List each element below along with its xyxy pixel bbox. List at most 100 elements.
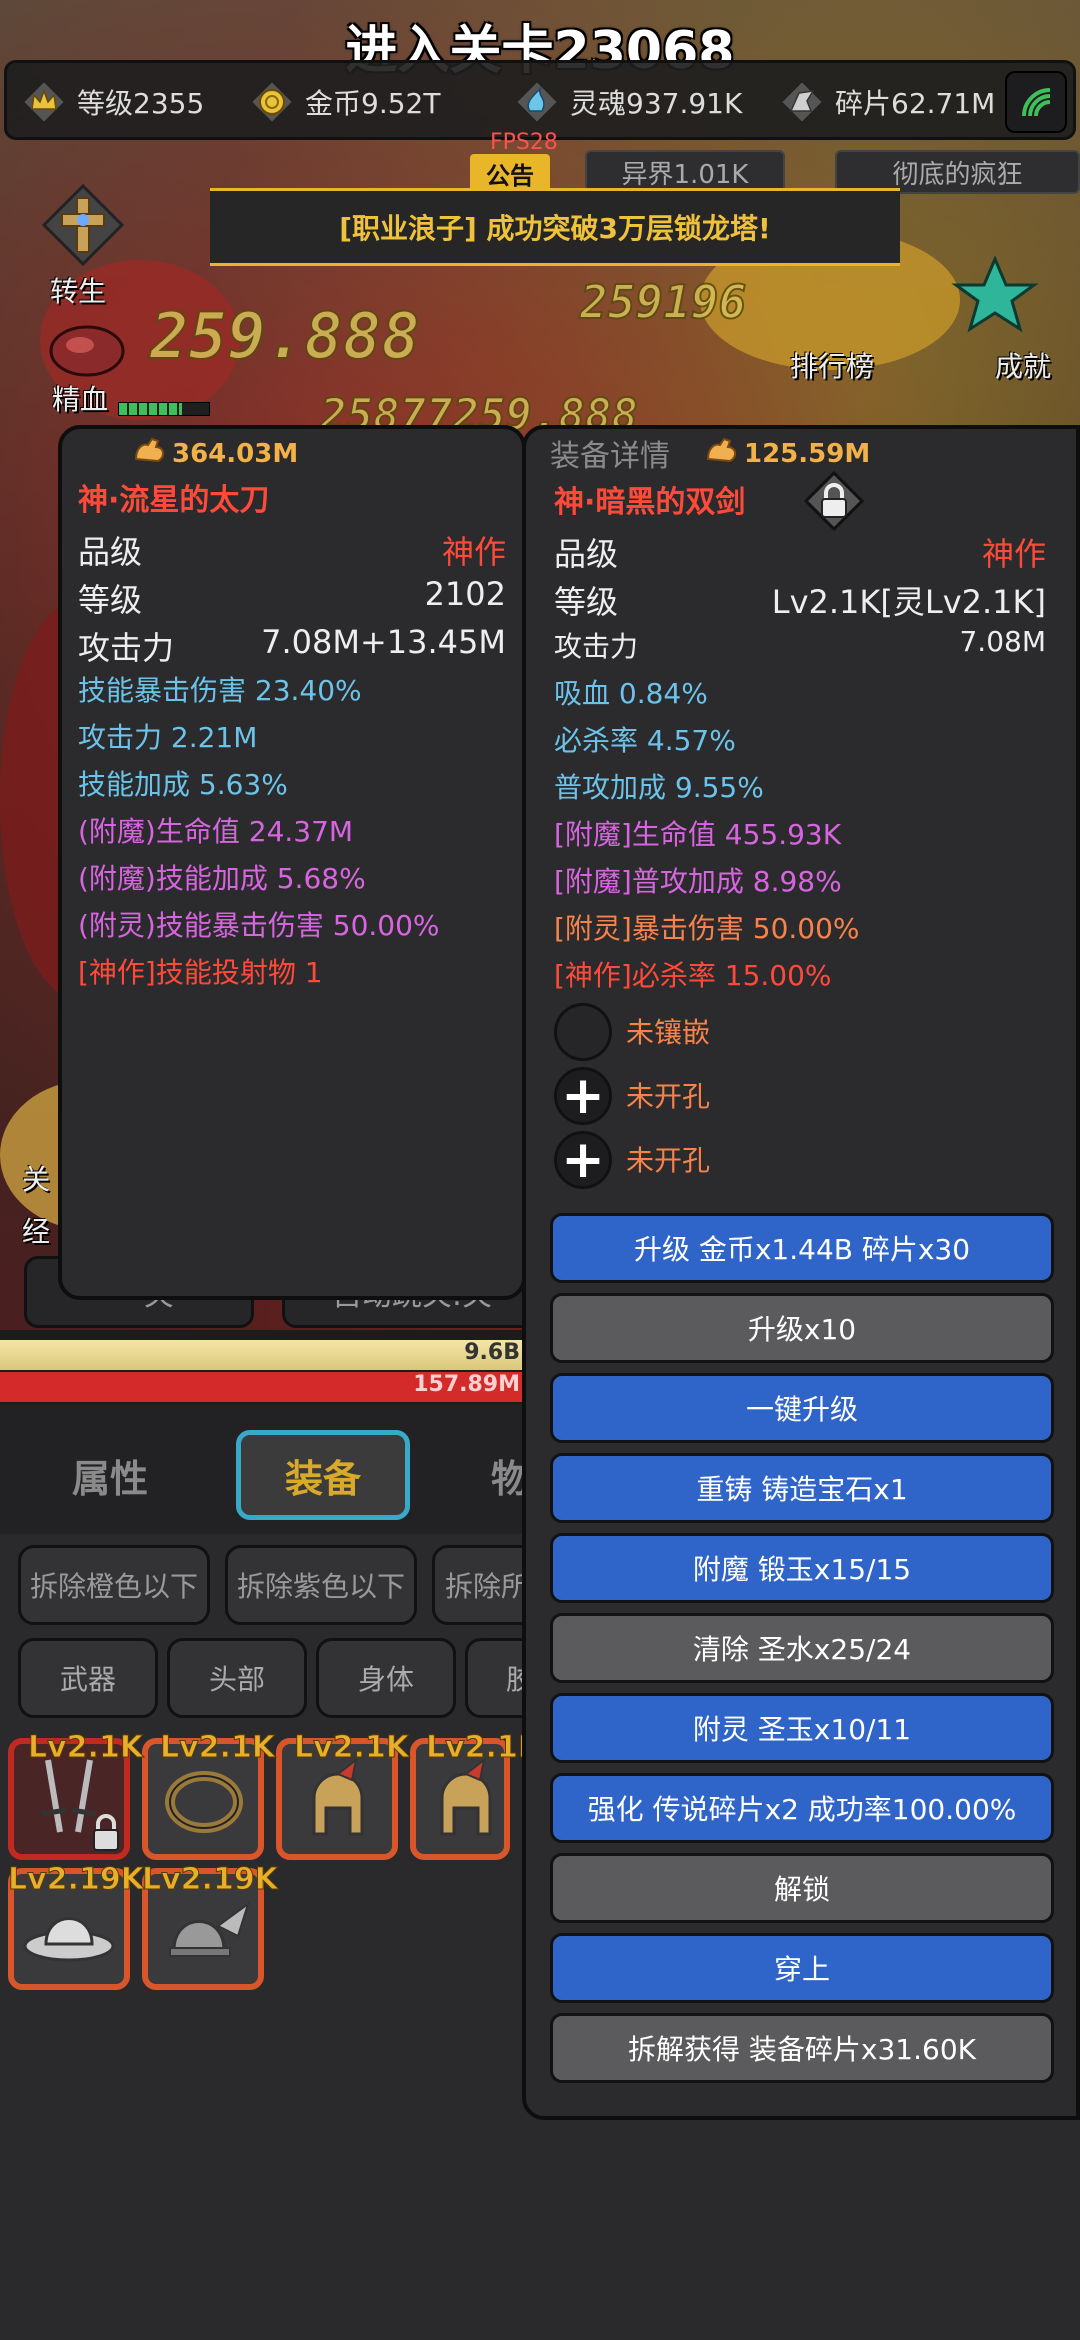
blood-button[interactable] xyxy=(42,315,132,385)
signal-icon xyxy=(1022,88,1051,117)
dismantle-purple-button[interactable]: 拆除紫色以下 xyxy=(225,1545,417,1625)
damage-number: 259196 xyxy=(579,274,747,330)
gold-text: 金币9.52T xyxy=(305,87,441,120)
item-level: Lv2.19K xyxy=(142,1862,279,1898)
signal-button[interactable] xyxy=(1005,71,1067,133)
socket-label: 未开孔 xyxy=(626,1144,711,1177)
level-value: 2102 xyxy=(424,575,506,613)
open-socket-button[interactable]: + xyxy=(554,1067,612,1125)
dismantle-orange-button[interactable]: 拆除橙色以下 xyxy=(18,1545,210,1625)
ranking-label[interactable]: 排行榜 xyxy=(790,345,874,385)
level-value: Lv2.1K[灵Lv2.1K] xyxy=(771,583,1046,621)
achievement-label[interactable]: 成就 xyxy=(995,345,1051,385)
item-extra-stats: 吸血 0.84% 必杀率 4.57% 普攻加成 9.55% [附魔]生命值 45… xyxy=(554,672,1046,1012)
winged-helmet-icon xyxy=(169,1901,250,1957)
achievement-button[interactable] xyxy=(950,255,1040,335)
upgrade-button[interactable]: 升级 金币x1.44B 碎片x30 xyxy=(550,1213,1054,1283)
hp-bar-value: 157.89M xyxy=(413,1372,520,1397)
blood-progress-fill xyxy=(119,403,182,415)
attack-label: 攻击力 xyxy=(554,630,639,663)
resource-shard: 碎片62.71M xyxy=(777,77,995,127)
rebirth-button[interactable] xyxy=(38,180,128,270)
slot-head-button[interactable]: 头部 xyxy=(167,1638,307,1718)
announcement-text: [职业浪子] 成功突破3万层锁龙塔! xyxy=(339,212,771,245)
equipped-item-name: 神·流星的太刀 xyxy=(78,483,270,518)
stat-line: [神作]技能投射物 1 xyxy=(78,956,323,989)
grade-value: 神作 xyxy=(441,533,506,571)
flex-arm-icon xyxy=(704,435,740,472)
exp-label: 经 xyxy=(22,1215,51,1248)
slot-weapon-button[interactable]: 武器 xyxy=(18,1638,158,1718)
soul-icon xyxy=(512,77,562,127)
lock-icon xyxy=(93,1814,119,1851)
star-icon xyxy=(951,255,1039,333)
grade-label: 品级 xyxy=(78,533,143,571)
item-level: Lv2.19K xyxy=(8,1862,145,1898)
level-label: 等级 xyxy=(78,581,143,619)
item-level: Lv2.1K xyxy=(293,1730,410,1766)
resource-gold: 金币9.52T xyxy=(247,77,440,127)
level-row: 等级 2102 xyxy=(78,575,506,619)
stat-line: 必杀率 4.57% xyxy=(554,724,736,757)
cross-emblem-icon xyxy=(41,183,125,267)
attack-value: 7.08M xyxy=(959,625,1046,658)
blood-label: 精血 xyxy=(52,383,109,416)
equipped-item-panel: 364.03M 神·流星的太刀 品级 神作 等级 2102 攻击力 7.08M+… xyxy=(58,425,526,1300)
reforge-button[interactable]: 重铸 铸造宝石x1 xyxy=(550,1453,1054,1523)
slot-body-button[interactable]: 身体 xyxy=(316,1638,456,1718)
stat-line: [神作]必杀率 15.00% xyxy=(554,959,832,992)
item-level: Lv2.1K xyxy=(27,1730,144,1766)
lock-icon xyxy=(803,470,865,532)
helmet-icon xyxy=(312,1757,364,1836)
ring-icon xyxy=(165,1771,243,1833)
item-name: 神·暗黑的双剑 xyxy=(554,485,746,520)
hp-bar: 157.89M xyxy=(0,1372,530,1402)
dismantle-button[interactable]: 拆解获得 装备碎片x31.60K xyxy=(550,2013,1054,2083)
stat-line: (附魔)生命值 24.37M xyxy=(78,815,354,848)
attack-label: 攻击力 xyxy=(78,629,175,667)
flex-arm-icon xyxy=(132,435,168,472)
stat-line: 普攻加成 9.55% xyxy=(554,771,764,804)
resource-soul: 灵魂937.91K xyxy=(512,77,742,127)
hat-icon xyxy=(23,1917,115,1962)
open-socket-button[interactable]: + xyxy=(554,1131,612,1189)
equipped-extra-stats: 技能暴击伤害 23.40% 攻击力 2.21M 技能加成 5.63% (附魔)生… xyxy=(78,669,506,1009)
stat-line: 技能暴击伤害 23.40% xyxy=(78,674,362,707)
gold-bar-value: 9.6B xyxy=(464,1340,520,1365)
upgrade-x10-button[interactable]: 升级x10 xyxy=(550,1293,1054,1363)
equip-button[interactable]: 穿上 xyxy=(550,1933,1054,2003)
attack-row: 攻击力 7.08M+13.45M xyxy=(78,623,506,667)
stat-line: [附灵]暴击伤害 50.00% xyxy=(554,912,860,945)
unlock-button[interactable]: 解锁 xyxy=(550,1853,1054,1923)
soul-text: 灵魂937.91K xyxy=(570,87,743,120)
socket-label: 未开孔 xyxy=(626,1080,711,1113)
announcement-tag[interactable]: 公告 xyxy=(470,154,550,192)
announcement-banner: [职业浪子] 成功突破3万层锁龙塔! xyxy=(210,188,900,266)
item-power: 125.59M xyxy=(704,435,870,472)
tab-equipment[interactable]: 装备 xyxy=(236,1430,410,1520)
gold-bar: 9.6B xyxy=(0,1340,530,1370)
enchant-button[interactable]: 附魔 锻玉x15/15 xyxy=(550,1533,1054,1603)
stat-line: [附魔]生命值 455.93K xyxy=(554,818,842,851)
strengthen-button[interactable]: 强化 传说碎片x2 成功率100.00% xyxy=(550,1773,1054,1843)
stat-line: [附魔]普攻加成 8.98% xyxy=(554,865,842,898)
panel-title: 装备详情 xyxy=(550,439,670,474)
lock-toggle[interactable] xyxy=(803,470,865,532)
grade-value: 神作 xyxy=(981,535,1046,573)
blood-meat-icon xyxy=(49,325,125,377)
gem-socket[interactable] xyxy=(554,1003,612,1061)
equipped-power: 364.03M xyxy=(132,435,298,472)
equipped-base-stats: 品级 神作 等级 2102 攻击力 7.08M+13.45M xyxy=(78,527,506,667)
level-label: 等级 xyxy=(554,583,619,621)
stat-line: 技能加成 5.63% xyxy=(78,768,288,801)
auto-upgrade-button[interactable]: 一键升级 xyxy=(550,1373,1054,1443)
resource-bar: 等级2355 金币9.52T 灵魂937.91K 碎片62.71M xyxy=(4,60,1076,140)
attack-row: 攻击力 7.08M xyxy=(554,625,1046,665)
grade-row: 品级 神作 xyxy=(554,529,1046,573)
tab-attributes[interactable]: 属性 xyxy=(40,1430,180,1520)
spirit-button[interactable]: 附灵 圣玉x10/11 xyxy=(550,1693,1054,1763)
clear-button[interactable]: 清除 圣水x25/24 xyxy=(550,1613,1054,1683)
stat-line: 吸血 0.84% xyxy=(554,677,708,710)
shard-text: 碎片62.71M xyxy=(835,87,996,120)
item-level: Lv2.1K xyxy=(159,1730,276,1766)
